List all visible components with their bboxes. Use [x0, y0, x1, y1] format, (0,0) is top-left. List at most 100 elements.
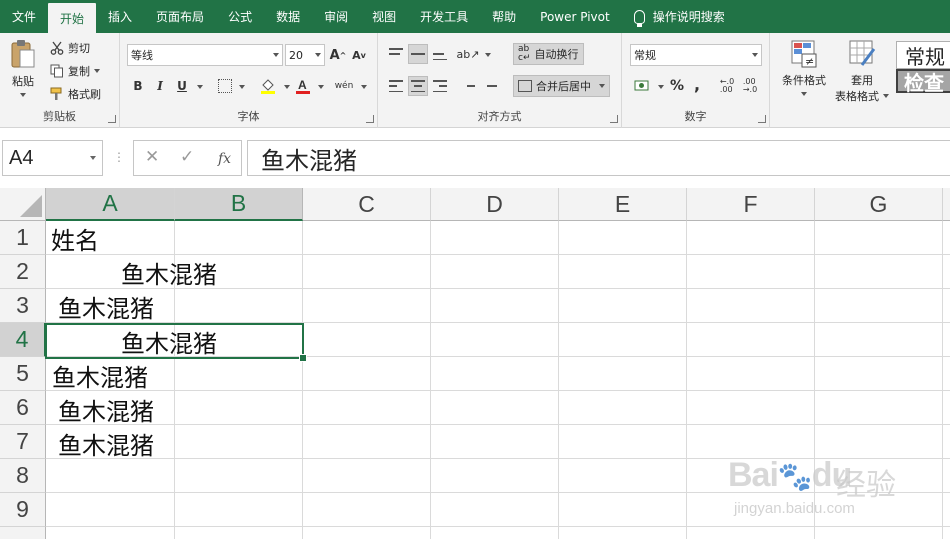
- tab-view[interactable]: 视图: [360, 0, 408, 33]
- increase-indent-button[interactable]: [480, 76, 500, 96]
- copy-button[interactable]: 复制: [50, 63, 100, 79]
- dialog-launcher-icon[interactable]: [758, 115, 766, 123]
- font-size-select[interactable]: 20: [285, 44, 325, 66]
- number-format-select[interactable]: 常规: [630, 44, 762, 66]
- borders-button[interactable]: [215, 76, 235, 96]
- select-all-button[interactable]: [0, 188, 46, 221]
- chevron-down-icon[interactable]: [284, 85, 290, 89]
- merge-center-button[interactable]: 合并后居中: [513, 75, 610, 97]
- shrink-font-button[interactable]: Av: [349, 45, 369, 65]
- column-header-g[interactable]: G: [815, 188, 943, 221]
- percent-style-button[interactable]: %: [667, 76, 687, 96]
- cell-a5[interactable]: 鱼木混猪: [52, 358, 148, 392]
- font-name-select[interactable]: 等线: [127, 44, 283, 66]
- insert-function-icon[interactable]: fx: [218, 151, 231, 167]
- cell-a7[interactable]: 鱼木混猪: [58, 426, 154, 460]
- row-header-10[interactable]: [0, 527, 46, 539]
- increase-decimal-button[interactable]: ←.0.00: [717, 76, 737, 96]
- align-center-button[interactable]: [408, 76, 428, 96]
- phonetic-guide-button[interactable]: wén: [334, 76, 354, 96]
- chevron-down-icon: [883, 94, 889, 98]
- font-color-button[interactable]: A: [293, 76, 313, 96]
- cancel-icon[interactable]: ✕: [145, 147, 159, 167]
- column-header-e[interactable]: E: [559, 188, 687, 221]
- tab-power-pivot[interactable]: Power Pivot: [528, 0, 622, 33]
- orientation-icon: ab↗: [456, 47, 480, 61]
- align-top-button[interactable]: [386, 44, 406, 64]
- row-header-2[interactable]: 2: [0, 255, 46, 289]
- chevron-down-icon[interactable]: [197, 85, 203, 89]
- tab-developer[interactable]: 开发工具: [408, 0, 480, 33]
- row-header-9[interactable]: 9: [0, 493, 46, 527]
- format-as-table-button[interactable]: 套用 表格格式: [832, 39, 892, 104]
- cell-a1[interactable]: 姓名: [51, 221, 99, 255]
- row-header-4[interactable]: 4: [0, 323, 46, 357]
- tab-data[interactable]: 数据: [264, 0, 312, 33]
- accounting-format-button[interactable]: [632, 76, 652, 96]
- tab-review[interactable]: 审阅: [312, 0, 360, 33]
- orientation-button[interactable]: ab↗: [456, 44, 480, 64]
- chevron-down-icon[interactable]: [485, 53, 491, 57]
- cell-style-normal[interactable]: 常规: [896, 41, 950, 69]
- drag-handle-icon[interactable]: ⋮: [113, 150, 125, 164]
- align-right-button[interactable]: [430, 76, 450, 96]
- tab-home[interactable]: 开始: [48, 3, 97, 33]
- decrease-decimal-button[interactable]: .00 →.0: [740, 76, 760, 96]
- column-header-h[interactable]: [943, 188, 950, 221]
- dialog-launcher-icon[interactable]: [366, 115, 374, 123]
- column-header-b[interactable]: B: [175, 188, 303, 221]
- cut-button[interactable]: 剪切: [50, 40, 90, 56]
- dialog-launcher-icon[interactable]: [610, 115, 618, 123]
- wrap-text-button[interactable]: ab c↵ 自动换行: [513, 43, 584, 65]
- comma-style-button[interactable]: ,: [687, 74, 707, 94]
- row-header-8[interactable]: 8: [0, 459, 46, 493]
- tab-insert[interactable]: 插入: [96, 0, 144, 33]
- align-middle-button[interactable]: [408, 44, 428, 64]
- row-header-1[interactable]: 1: [0, 221, 46, 255]
- cell-a2[interactable]: 鱼木混猪: [121, 255, 217, 289]
- chevron-down-icon[interactable]: [361, 85, 367, 89]
- conditional-formatting-button[interactable]: ≠ 条件格式: [778, 39, 830, 96]
- align-middle-icon: [411, 48, 425, 60]
- chevron-down-icon[interactable]: [239, 85, 245, 89]
- paste-button[interactable]: 粘贴: [10, 39, 36, 97]
- format-painter-button[interactable]: 格式刷: [50, 86, 101, 102]
- row-header-3[interactable]: 3: [0, 289, 46, 323]
- chevron-down-icon[interactable]: [318, 85, 324, 89]
- formula-actions: ✕ ✓ fx: [133, 140, 242, 176]
- underline-button[interactable]: U: [172, 76, 192, 96]
- font-size-value: 20: [289, 48, 303, 62]
- tab-page-layout[interactable]: 页面布局: [144, 0, 216, 33]
- column-header-c[interactable]: C: [303, 188, 431, 221]
- tell-me-search[interactable]: 操作说明搜索: [622, 0, 737, 33]
- cell-a6[interactable]: 鱼木混猪: [58, 392, 154, 426]
- row-header-5[interactable]: 5: [0, 357, 46, 391]
- selected-cell-border[interactable]: [45, 323, 307, 362]
- cell-style-check[interactable]: 检查: [896, 69, 950, 95]
- tab-help[interactable]: 帮助: [480, 0, 528, 33]
- clipboard-group-label: 剪贴板: [43, 110, 76, 123]
- fill-color-button[interactable]: [258, 76, 278, 96]
- tab-file[interactable]: 文件: [0, 0, 48, 33]
- check-icon[interactable]: ✓: [180, 147, 194, 167]
- watermark-brand: Bai🐾du: [728, 456, 852, 495]
- tab-formulas[interactable]: 公式: [216, 0, 264, 33]
- align-left-button[interactable]: [386, 76, 406, 96]
- italic-button[interactable]: I: [150, 76, 170, 96]
- bold-button[interactable]: B: [128, 76, 148, 96]
- row-header-6[interactable]: 6: [0, 391, 46, 425]
- column-header-d[interactable]: D: [431, 188, 559, 221]
- column-header-f[interactable]: F: [687, 188, 815, 221]
- formula-input[interactable]: 鱼木混猪: [247, 140, 950, 176]
- conditional-formatting-label: 条件格式: [782, 74, 826, 87]
- column-header-a[interactable]: A: [46, 188, 175, 221]
- cut-label: 剪切: [68, 42, 90, 55]
- dialog-launcher-icon[interactable]: [108, 115, 116, 123]
- row-header-7[interactable]: 7: [0, 425, 46, 459]
- cell-a3[interactable]: 鱼木混猪: [58, 289, 154, 323]
- grow-font-button[interactable]: A ^: [328, 45, 348, 65]
- name-box[interactable]: A4: [2, 140, 103, 176]
- chevron-down-icon[interactable]: [658, 85, 664, 89]
- align-bottom-button[interactable]: [430, 44, 450, 64]
- decrease-indent-button[interactable]: [458, 76, 478, 96]
